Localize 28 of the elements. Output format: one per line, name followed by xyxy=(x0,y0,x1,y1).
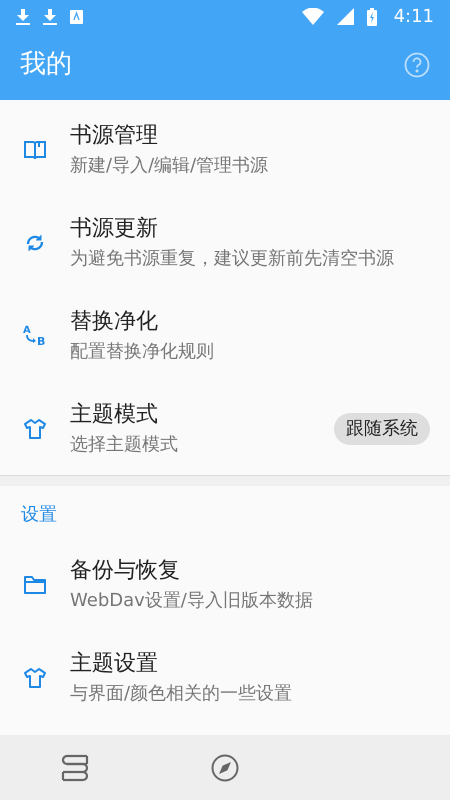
item-subtitle: 选择主题模式 xyxy=(70,436,179,454)
item-title[interactable]: 书源管理 xyxy=(70,124,450,146)
item-title[interactable]: 主题模式 xyxy=(70,404,334,426)
item-subtitle: 与界面/颜色相关的一些设置 xyxy=(70,684,294,702)
folder-icon xyxy=(23,574,47,596)
download-icon xyxy=(16,8,30,24)
theme-mode-chip[interactable]: 跟随系统 xyxy=(334,412,430,444)
bookshelf-icon[interactable] xyxy=(60,754,90,782)
item-title[interactable]: 备份与恢复 xyxy=(70,560,450,582)
signal-icon xyxy=(336,8,354,25)
shirt-icon xyxy=(23,666,47,690)
page-title: 我的 xyxy=(20,48,72,81)
item-subtitle: 新建/导入/编辑/管理书源 xyxy=(70,156,270,174)
item-subtitle: 为避免书源重复，建议更新前先清空书源 xyxy=(70,250,395,268)
item-subtitle: WebDav设置/导入旧版本数据 xyxy=(70,592,314,610)
item-title[interactable]: 主题设置 xyxy=(70,652,450,674)
battery-icon xyxy=(366,8,377,26)
status-time: 4:11 xyxy=(394,5,434,29)
item-title[interactable]: 书源更新 xyxy=(70,218,450,240)
compass-icon[interactable] xyxy=(211,754,239,782)
notification-icon xyxy=(70,10,83,24)
item-title[interactable]: 替换净化 xyxy=(70,310,450,332)
section-heading: 设置 xyxy=(21,502,57,526)
item-subtitle: 配置替换净化规则 xyxy=(70,342,215,360)
wifi-icon xyxy=(302,8,324,25)
shirt-icon xyxy=(23,416,47,440)
book-icon xyxy=(23,138,47,160)
download-icon xyxy=(43,8,57,24)
